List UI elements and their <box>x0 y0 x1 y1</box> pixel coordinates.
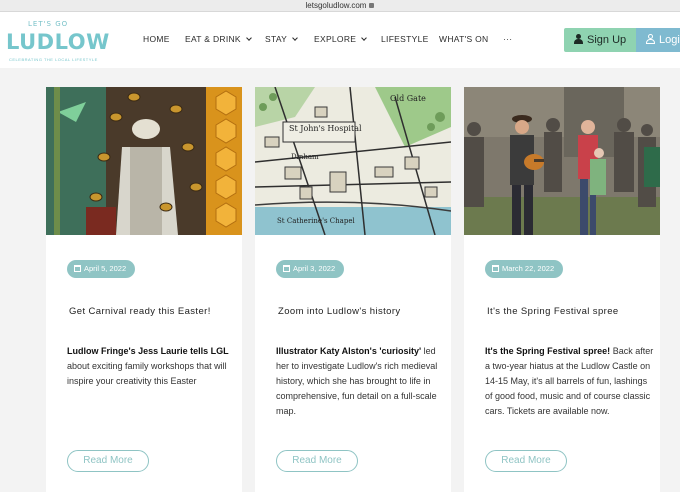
date-badge: March 22, 2022 <box>485 260 564 278</box>
article-title[interactable]: It's the Spring Festival spree <box>487 304 647 319</box>
date-badge: April 3, 2022 <box>276 260 345 278</box>
nav-label: WHAT'S ON <box>439 34 489 44</box>
nav-label: ··· <box>503 34 513 44</box>
date-text: March 22, 2022 <box>502 264 555 273</box>
excerpt-lead: It's the Spring Festival spree! <box>485 346 611 356</box>
nav-label: HOME <box>143 34 170 44</box>
user-icon <box>574 34 583 44</box>
excerpt-body: about exciting family workshops that wil… <box>67 361 227 386</box>
map-label: St John's Hospital <box>289 124 362 133</box>
excerpt-body: led her to investigate Ludlow's rich med… <box>276 346 438 416</box>
calendar-icon <box>283 265 290 272</box>
illustrated-map: St John's Hospital Old Gate Dinham St Ca… <box>255 87 451 235</box>
browser-address-bar[interactable]: letsgoludlow.com <box>0 0 680 12</box>
excerpt-lead: Illustrator Katy Alston's 'curiosity' <box>276 346 422 356</box>
article-title[interactable]: Get Carnival ready this Easter! <box>69 304 229 319</box>
chevron-down-icon <box>246 35 252 41</box>
article-image[interactable] <box>464 87 660 235</box>
chevron-down-icon <box>361 35 368 41</box>
nav-explore[interactable]: EXPLORE <box>314 34 368 44</box>
date-badge: April 5, 2022 <box>67 260 136 278</box>
article-excerpt: Illustrator Katy Alston's 'curiosity' le… <box>276 344 446 419</box>
sign-up-button[interactable]: Sign Up <box>564 28 636 52</box>
article-excerpt: It's the Spring Festival spree! Back aft… <box>485 344 655 419</box>
nav-more[interactable]: ··· <box>503 34 512 44</box>
read-more-button[interactable]: Read More <box>67 450 149 472</box>
logo-tagline: CELEBRATING THE LOCAL LIFESTYLE <box>9 57 98 62</box>
nav-whats-on[interactable]: WHAT'S ON <box>439 34 489 44</box>
festival-crowd-photo <box>464 87 660 235</box>
chevron-down-icon <box>292 35 298 41</box>
lock-icon <box>369 3 375 8</box>
nav-eat-drink[interactable]: EAT & DRINK <box>185 34 252 44</box>
nav-label: EXPLORE <box>314 34 357 44</box>
date-text: April 5, 2022 <box>84 264 127 273</box>
date-text: April 3, 2022 <box>293 264 336 273</box>
map-label: St Catherine's Chapel <box>277 217 355 225</box>
calendar-icon <box>492 265 499 272</box>
article-excerpt: Ludlow Fringe's Jess Laurie tells LGL ab… <box>67 344 237 389</box>
article-title[interactable]: Zoom into Ludlow's history <box>278 304 438 319</box>
nav-lifestyle[interactable]: LIFESTYLE <box>381 34 429 44</box>
logo-main-text: LUDLOW <box>6 30 110 54</box>
excerpt-lead: Ludlow Fringe's Jess Laurie tells LGL <box>67 346 229 356</box>
read-more-button[interactable]: Read More <box>485 450 567 472</box>
article-card: St John's Hospital Old Gate Dinham St Ca… <box>255 87 451 492</box>
read-more-button[interactable]: Read More <box>276 450 358 472</box>
map-label: Dinham <box>291 153 319 161</box>
map-label: Old Gate <box>390 94 426 103</box>
calendar-icon <box>74 265 81 272</box>
nav-label: EAT & DRINK <box>185 34 241 44</box>
bee-costume-photo <box>46 87 242 235</box>
login-label: Login <box>659 34 680 46</box>
site-logo[interactable]: LET'S GO LUDLOW CELEBRATING THE LOCAL LI… <box>6 20 109 64</box>
sign-up-label: Sign Up <box>587 34 627 46</box>
article-card: March 22, 2022 It's the Spring Festival … <box>464 87 660 492</box>
excerpt-body: Back after a two-year hiatus at the Ludl… <box>485 346 654 416</box>
article-image[interactable]: St John's Hospital Old Gate Dinham St Ca… <box>255 87 451 235</box>
site-header: LET'S GO LUDLOW CELEBRATING THE LOCAL LI… <box>0 12 680 68</box>
user-outline-icon <box>646 34 655 44</box>
nav-stay[interactable]: STAY <box>265 34 298 44</box>
url-text: letsgoludlow.com <box>305 1 367 10</box>
nav-label: STAY <box>265 34 288 44</box>
login-button[interactable]: Login <box>636 28 680 52</box>
logo-small-text: LET'S GO <box>28 20 69 28</box>
nav-home[interactable]: HOME <box>143 34 170 44</box>
article-card: April 5, 2022 Get Carnival ready this Ea… <box>46 87 242 492</box>
nav-label: LIFESTYLE <box>381 34 429 44</box>
article-image[interactable] <box>46 87 242 235</box>
